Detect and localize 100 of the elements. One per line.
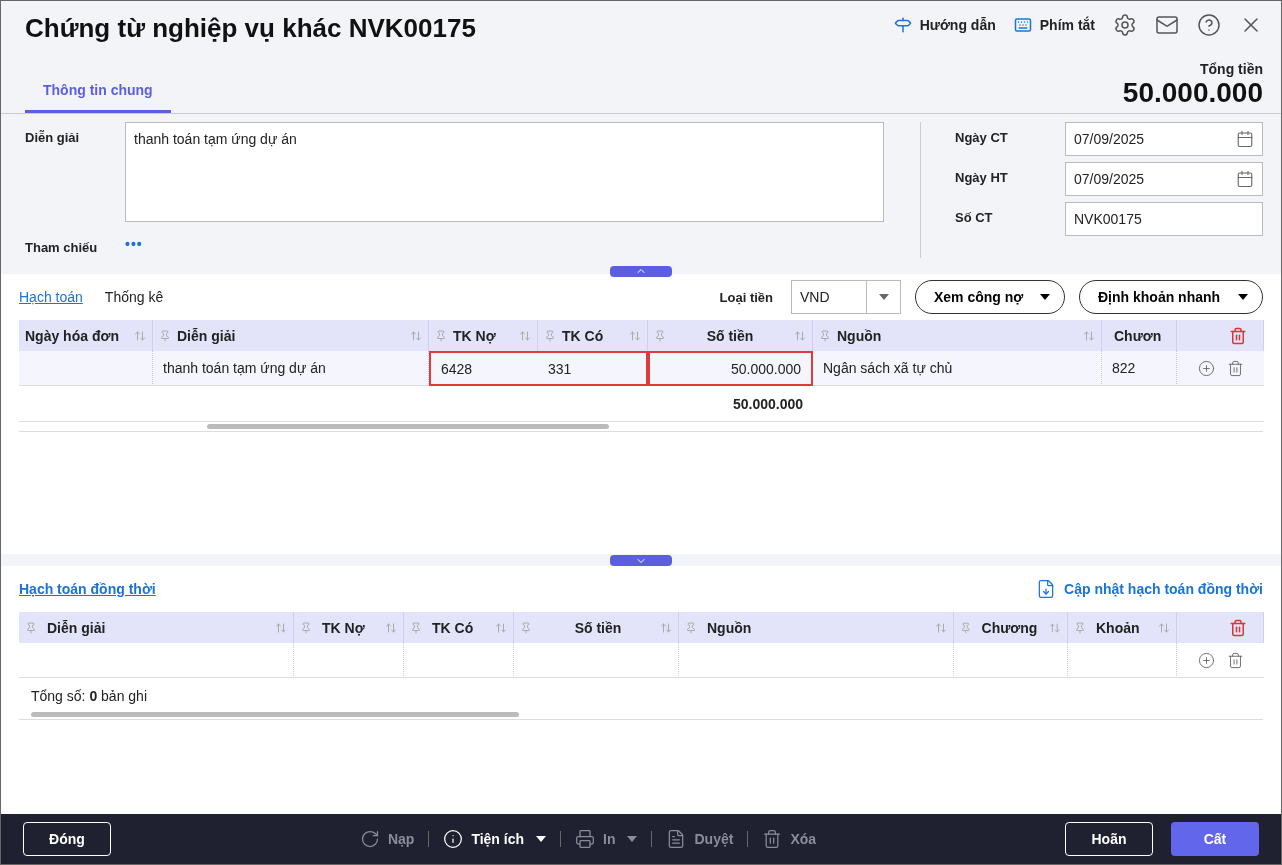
pin-icon[interactable] [300,621,312,634]
column-header[interactable]: Nguồn [679,612,954,643]
keyboard-icon [1013,16,1032,34]
horizontal-scrollbar[interactable] [19,422,1263,432]
delete-row-icon[interactable] [1226,651,1244,669]
pin-icon[interactable] [159,329,171,342]
table-cell: 822 [1102,351,1177,386]
sort-icon[interactable] [629,329,641,342]
pin-icon[interactable] [1074,621,1086,634]
settings-icon[interactable] [1113,13,1137,37]
table-cell: Ngân sách xã tự chủ [813,351,1102,386]
field-label: Ngày CT [955,129,1009,147]
update-link[interactable]: Cập nhật hạch toán đồng thời [1036,579,1263,599]
pin-icon[interactable] [25,621,37,634]
total-label: Tổng tiền [1200,61,1263,77]
column-header[interactable]: Diễn giải [153,320,429,351]
record-count: Tổng số: 0 bản ghi [30,687,148,706]
caret-icon [878,294,889,300]
delete-all-icon[interactable] [1229,618,1247,637]
pin-icon[interactable] [819,329,831,342]
pin-icon[interactable] [960,621,972,634]
guide-link[interactable]: Hướng dẫn [893,16,996,34]
pin-icon[interactable] [544,329,556,342]
currency-select[interactable]: VND [791,280,901,314]
save-button[interactable]: Cất [1171,822,1259,856]
column-header[interactable]: TK Có [538,320,648,351]
delete-all-icon[interactable] [1229,326,1247,345]
close-button[interactable]: Đóng [23,822,111,856]
horizontal-scrollbar[interactable] [19,710,1263,720]
sort-icon[interactable] [385,621,397,634]
field-label: Loại tiền [719,289,773,305]
dropdown-button[interactable]: Định khoản nhanh [1079,280,1263,314]
pin-icon[interactable] [685,621,697,634]
mail-icon[interactable] [1155,13,1179,37]
total-cell: 50.000.000 [648,386,813,422]
dropdown-button[interactable]: Xem công nợ [915,280,1065,314]
column-header[interactable]: Số tiền [648,320,813,351]
total-value: 50.000.000 [1122,77,1263,109]
column-header[interactable]: Chươn [1102,320,1177,351]
field-label: Tham chiếu [25,239,99,257]
sort-icon[interactable] [275,621,287,634]
tab[interactable]: Hạch toán [19,289,83,305]
signpost-icon [893,16,912,34]
printer-icon [575,829,596,849]
column-header[interactable]: TK Nợ [294,612,404,643]
sort-icon[interactable] [134,329,146,342]
field-label: Diễn giải [25,129,81,147]
expand-handle[interactable] [610,555,672,566]
column-header[interactable]: Số tiền [514,612,679,643]
sort-icon[interactable] [660,621,672,634]
shortcuts-link[interactable]: Phím tắt [1013,16,1095,34]
column-header[interactable]: Nguồn [813,320,1102,351]
pin-icon[interactable] [520,621,532,634]
sort-icon[interactable] [1083,329,1095,342]
caret-icon [627,836,638,842]
caret-icon [1238,294,1248,300]
date-field[interactable]: 07/09/2025 [1065,122,1263,156]
sort-icon[interactable] [794,329,806,342]
table-cell: 6428 [429,351,538,386]
calendar-icon[interactable] [1236,130,1254,148]
description-field[interactable]: thanh toán tạm ứng dự án [125,122,884,222]
add-row-icon[interactable] [1197,651,1215,669]
sort-icon[interactable] [495,621,507,634]
toolbar-button[interactable]: Tiện ích [429,829,561,849]
pin-icon[interactable] [435,329,447,342]
input-field[interactable]: NVK00175 [1065,202,1263,236]
help-icon[interactable] [1197,13,1221,37]
sort-icon[interactable] [1158,621,1170,634]
sort-icon[interactable] [935,621,947,634]
column-header[interactable]: Khoản [1068,612,1177,643]
pin-icon[interactable] [410,621,422,634]
table-cell: thanh toán tạm ứng dự án [153,351,429,386]
field-label: Ngày HT [955,169,1009,187]
add-row-icon[interactable] [1197,359,1215,377]
section-link[interactable]: Hạch toán đồng thời [19,581,156,597]
calendar-icon[interactable] [1236,170,1254,188]
sort-icon[interactable] [410,329,422,342]
sort-icon[interactable] [519,329,531,342]
caret-icon [1040,294,1050,300]
table-cell: 50.000.000 [648,351,813,386]
cancel-button[interactable]: Hoãn [1065,822,1153,856]
reload-icon [359,829,380,849]
more-link[interactable]: ••• [125,232,884,258]
window-title: Chứng từ nghiệp vụ khác NVK00175 [25,13,476,44]
column-header[interactable]: TK Có [404,612,514,643]
info-icon [443,829,464,849]
column-header[interactable]: Chương [954,612,1068,643]
field-label: Số CT [955,209,994,227]
table-cell: 331 [538,351,648,386]
column-header[interactable]: Diễn giải [19,612,294,643]
date-field[interactable]: 07/09/2025 [1065,162,1263,196]
tab[interactable]: Thống kê [104,289,164,305]
tab[interactable]: Thông tin chung [25,70,171,113]
delete-row-icon[interactable] [1226,359,1244,377]
column-header[interactable]: TK Nợ [429,320,538,351]
caret-icon [536,836,547,842]
pin-icon[interactable] [654,329,666,342]
collapse-handle[interactable] [610,265,672,277]
sort-icon[interactable] [1049,621,1061,634]
column-header[interactable]: Ngày hóa đơn [19,320,153,351]
